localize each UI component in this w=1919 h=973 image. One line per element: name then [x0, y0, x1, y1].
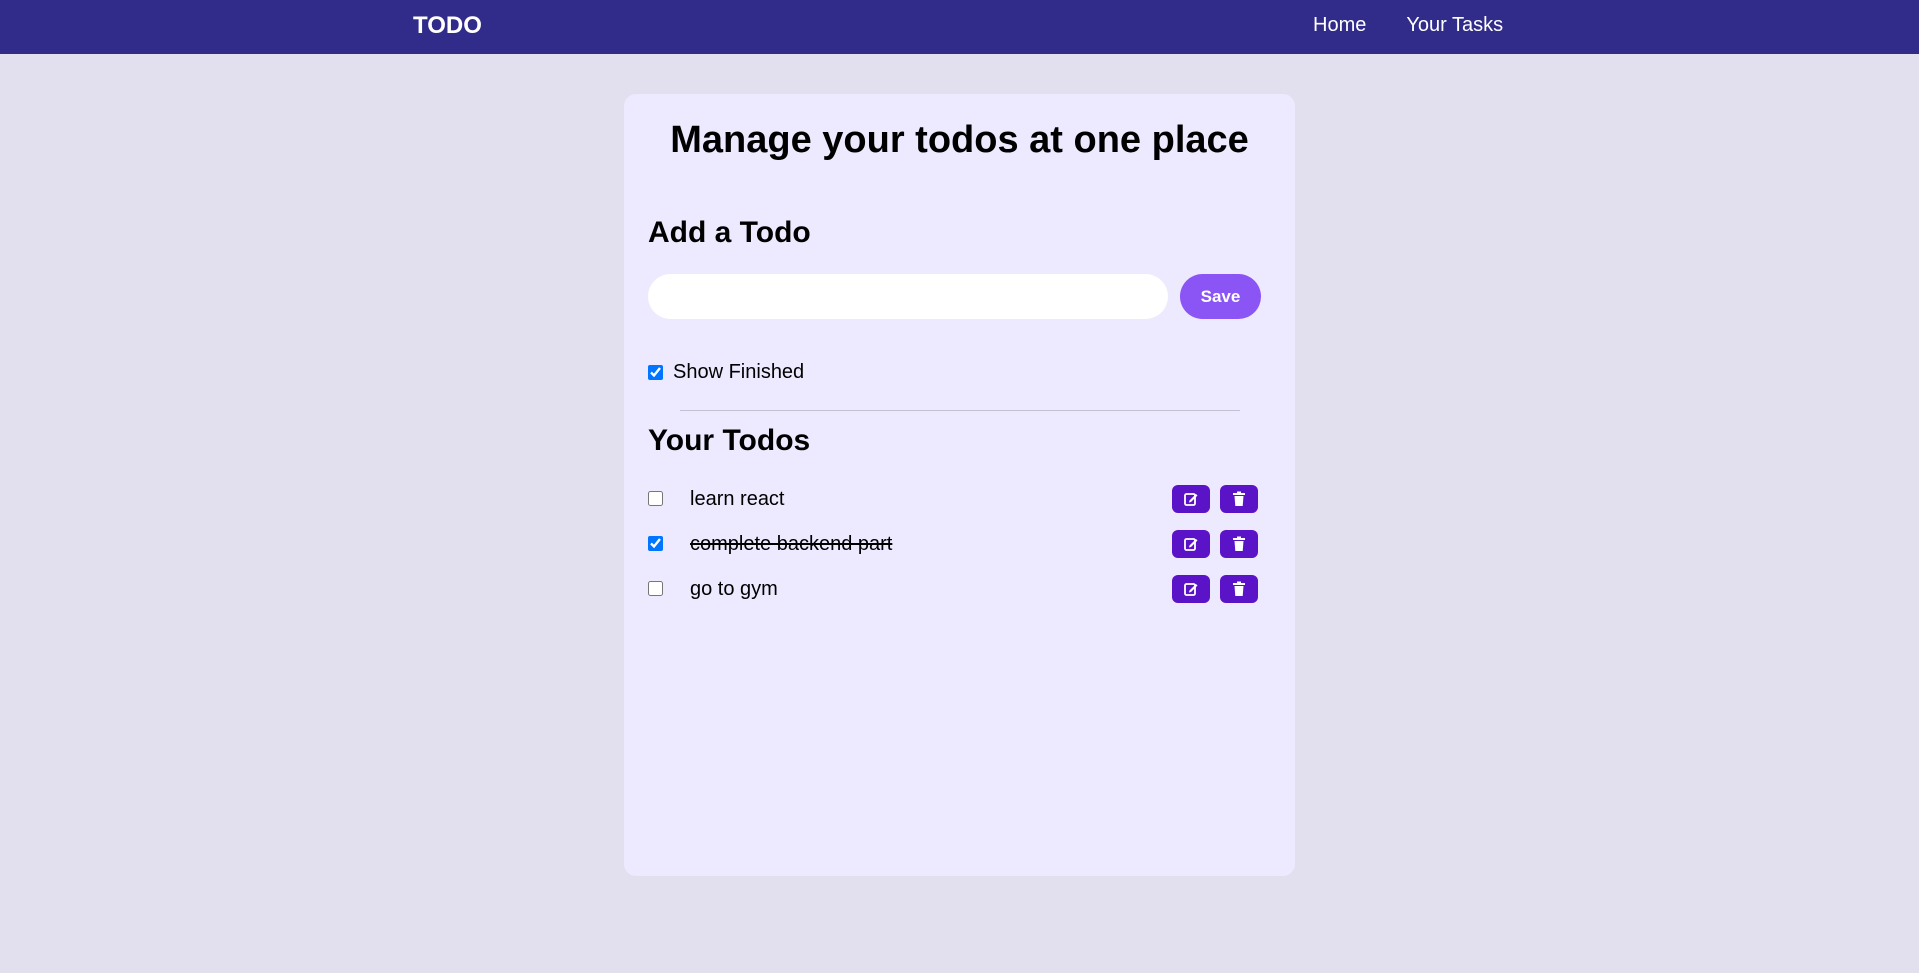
todo-checkbox[interactable] — [648, 536, 663, 551]
edit-icon — [1183, 581, 1199, 597]
divider — [680, 410, 1240, 411]
todo-text: learn react — [690, 487, 785, 510]
show-finished-checkbox[interactable] — [648, 364, 663, 380]
todo-actions — [1172, 574, 1258, 603]
todo-card: Manage your todos at one place Add a Tod… — [624, 94, 1295, 876]
todo-input[interactable] — [648, 274, 1168, 319]
edit-button[interactable] — [1172, 484, 1210, 513]
delete-button[interactable] — [1220, 574, 1258, 603]
brand-logo[interactable]: TODO — [413, 12, 482, 40]
page-title: Manage your todos at one place — [670, 119, 1249, 161]
todo-checkbox[interactable] — [648, 581, 663, 596]
todo-text: complete backend part — [690, 532, 893, 555]
nav-link-your-tasks[interactable]: Your Tasks — [1406, 13, 1503, 37]
your-todos-heading: Your Todos — [648, 424, 811, 457]
trash-icon — [1232, 491, 1246, 507]
edit-button[interactable] — [1172, 529, 1210, 558]
todo-actions — [1172, 484, 1258, 513]
edit-icon — [1183, 536, 1199, 552]
trash-icon — [1232, 581, 1246, 597]
delete-button[interactable] — [1220, 529, 1258, 558]
todo-item: complete backend part — [648, 521, 1261, 566]
delete-button[interactable] — [1220, 484, 1258, 513]
todo-list: learn react complete backend part go to … — [648, 476, 1261, 611]
save-button[interactable]: Save — [1180, 274, 1261, 319]
navbar: TODO Home Your Tasks — [0, 0, 1919, 54]
edit-icon — [1183, 491, 1199, 507]
todo-actions — [1172, 529, 1258, 558]
nav-link-home[interactable]: Home — [1313, 13, 1366, 37]
show-finished-label: Show Finished — [673, 361, 805, 383]
todo-item: go to gym — [648, 566, 1261, 611]
show-finished-toggle[interactable]: Show Finished — [648, 360, 804, 384]
add-todo-heading: Add a Todo — [648, 216, 811, 249]
nav-links: Home Your Tasks — [1313, 13, 1503, 37]
trash-icon — [1232, 536, 1246, 552]
todo-item: learn react — [648, 476, 1261, 521]
todo-checkbox[interactable] — [648, 491, 663, 506]
edit-button[interactable] — [1172, 574, 1210, 603]
todo-text: go to gym — [690, 577, 778, 600]
